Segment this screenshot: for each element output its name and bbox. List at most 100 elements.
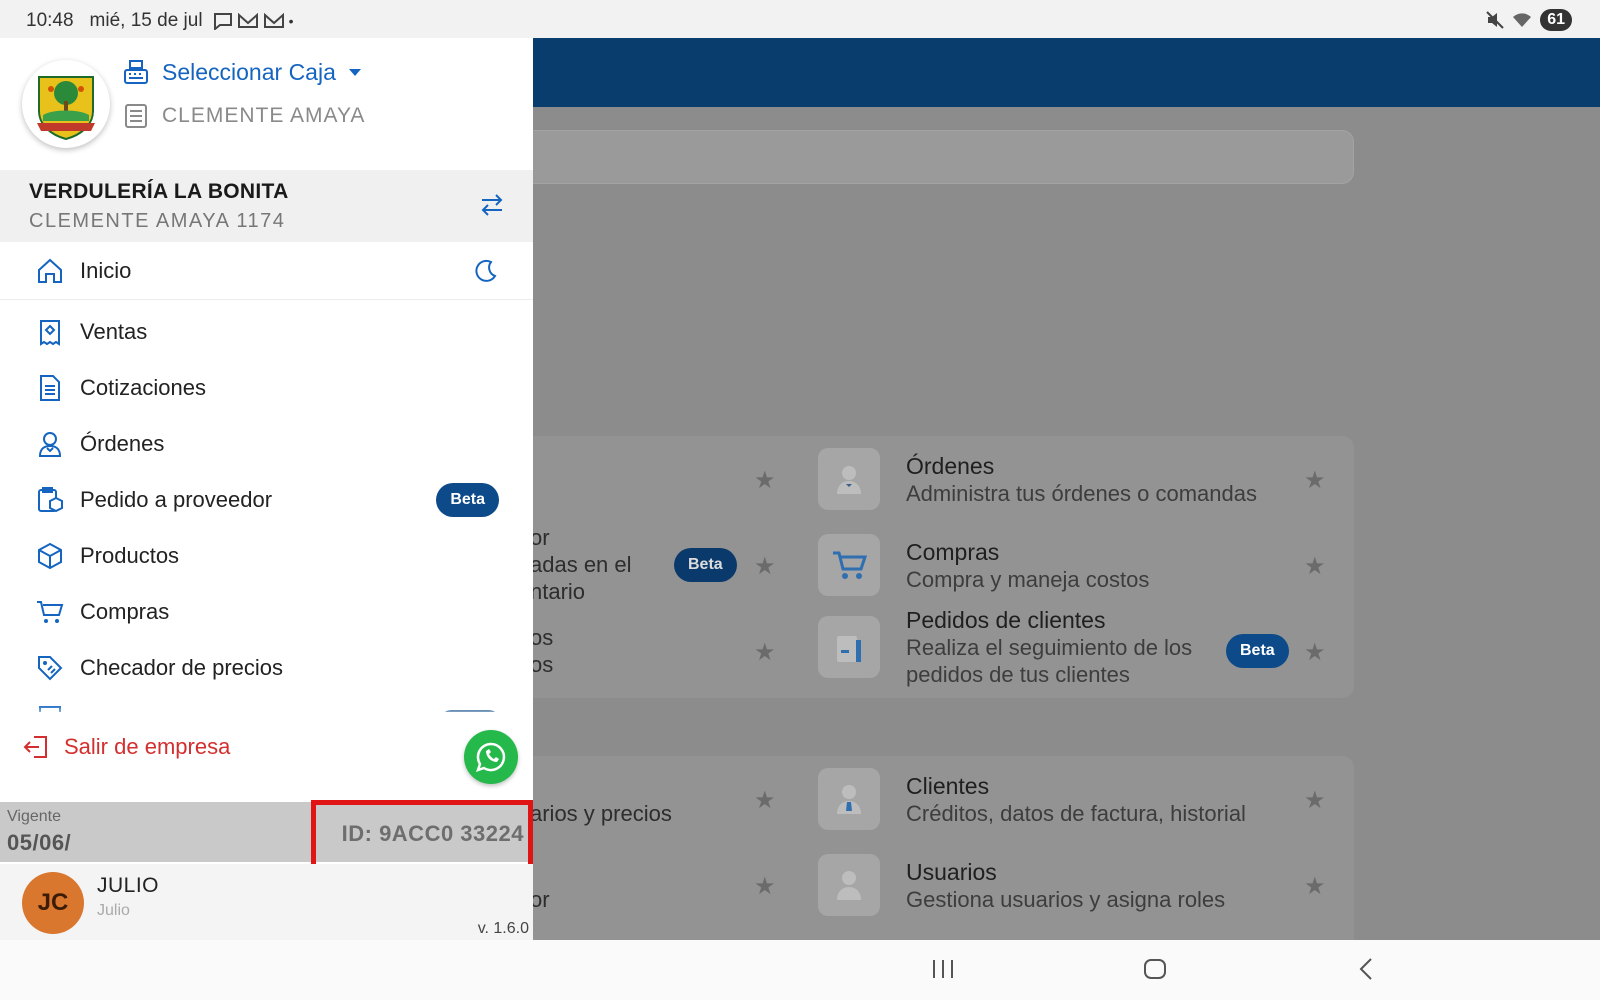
menu-scroll-fade [0,706,533,720]
menu-item-cotizaciones[interactable]: Cotizaciones [0,360,533,416]
module-tile-usuarios[interactable]: Usuarios Gestiona usuarios y asigna role… [818,854,1225,916]
cube-icon [36,542,64,570]
clipboard-box-icon [36,486,64,514]
module-tile-ordenes[interactable]: Órdenes Administra tus órdenes o comanda… [818,448,1257,510]
favorite-star-icon[interactable]: ★ [754,872,776,901]
partial-text: os [530,652,554,677]
cash-register-name: CLEMENTE AMAYA [122,102,365,130]
select-cash-register-label: Seleccionar Caja [162,58,336,85]
favorite-star-icon[interactable]: ★ [1304,466,1326,495]
menu-item-ventas[interactable]: Ventas [0,304,533,360]
favorite-star-icon[interactable]: ★ [754,466,776,495]
partial-text: ntario [530,579,586,604]
menu-item-label: Pedido a proveedor [80,487,273,512]
tile-subtitle: Gestiona usuarios y asigna roles [906,886,1226,912]
avatar: JC [22,872,84,934]
register-icon [122,102,150,130]
gmail-icon [263,13,285,29]
drawer-header: Seleccionar Caja CLEMENTE AMAYA [0,38,533,170]
tile-title: Compras [906,538,1000,565]
order-bag-icon [818,616,880,678]
status-time: 10:48 [26,10,74,31]
beta-badge: Beta [1226,634,1289,668]
favorite-star-icon[interactable]: ★ [754,552,776,581]
tile-subtitle: pedidos de tus clientes [906,662,1130,687]
message-icon [213,12,233,30]
menu-item-label: Productos [80,543,180,568]
whatsapp-icon [475,741,507,773]
document-icon [36,374,64,402]
navigation-drawer: Seleccionar Caja CLEMENTE AMAYA VERDULER… [0,38,533,940]
license-expiry-date: 05/06/ [7,830,72,855]
dark-mode-moon-icon[interactable] [473,258,499,284]
logout-label: Salir de empresa [64,734,231,759]
recent-apps-icon[interactable] [930,954,956,984]
company-branch: CLEMENTE AMAYA 1174 [29,210,286,232]
menu-item-checador-precios[interactable]: Checador de precios [0,640,533,696]
tile-title: Clientes [906,772,990,799]
tile-subtitle: Créditos, datos de factura, historial [906,800,1246,826]
menu-item-label: Inicio [80,257,132,283]
client-icon [818,768,880,830]
tile-subtitle: Compra y maneja costos [906,566,1150,592]
user-name: JULIO [97,874,160,897]
admin-card: arios y precios or ★ ★ Clientes Créditos… [470,756,1354,940]
cart-icon [818,534,880,596]
license-status-label: Vigente [7,808,61,825]
cart-icon [36,598,64,626]
battery-indicator: 61 [1540,9,1572,31]
menu-item-compras[interactable]: Compras [0,584,533,640]
select-cash-register-dropdown[interactable]: Seleccionar Caja [122,58,362,86]
favorite-star-icon[interactable]: ★ [754,638,776,667]
company-logo [22,60,110,148]
wifi-icon [1512,12,1532,28]
modules-card: or adas en el ntario Beta os os ★ ★ ★ Ór… [470,436,1354,698]
system-navigation-bar [0,940,1600,1000]
user-profile[interactable]: JC JULIO Julio v. 1.6.0 [0,864,533,940]
favorite-star-icon[interactable]: ★ [1304,552,1326,581]
cash-register-icon [122,58,150,86]
app-version: v. 1.6.0 [477,920,529,937]
cash-register-name-text: CLEMENTE AMAYA [162,104,366,127]
tile-title: Usuarios [906,858,997,885]
logout-icon [22,733,50,761]
menu-item-label: Ventas [80,319,148,344]
search-bar[interactable] [470,130,1354,184]
gmail-icon [237,13,259,29]
module-tile-pedidos-clientes[interactable]: Pedidos de clientes Realiza el seguimien… [818,606,1192,688]
company-name: VERDULERÍA LA BONITA [29,180,289,203]
back-icon[interactable] [1356,954,1376,984]
module-tile-compras[interactable]: Compras Compra y maneja costos [818,534,1149,596]
whatsapp-button[interactable] [464,730,518,784]
caret-down-icon [348,67,362,77]
user-icon [818,854,880,916]
menu-item-label: Compras [80,599,170,624]
mute-icon [1486,11,1504,29]
tile-title: Pedidos de clientes [906,607,1106,633]
home-icon [36,257,64,285]
menu-item-label: Checador de precios [80,655,284,680]
user-subtitle: Julio [97,902,130,919]
price-tag-icon [36,654,64,682]
tile-subtitle: Realiza el seguimiento de los [906,635,1193,660]
menu-item-inicio[interactable]: Inicio [0,242,533,300]
swap-arrows-icon[interactable] [479,192,505,218]
menu-item-pedido-proveedor[interactable]: Pedido a proveedor Beta [0,472,533,528]
partial-text: arios y precios [530,801,672,826]
favorite-star-icon[interactable]: ★ [1304,872,1326,901]
menu-item-ordenes[interactable]: Órdenes [0,416,533,472]
status-date: mié, 15 de jul [89,10,203,31]
menu-item-label: Órdenes [80,431,165,456]
beta-badge: Beta [674,548,737,582]
favorite-star-icon[interactable]: ★ [1304,786,1326,815]
logout-company-button[interactable]: Salir de empresa [22,733,230,761]
company-switcher[interactable]: VERDULERÍA LA BONITA CLEMENTE AMAYA 1174 [0,170,533,242]
menu-item-productos[interactable]: Productos [0,528,533,584]
tile-subtitle: Administra tus órdenes o comandas [906,480,1257,506]
home-button-icon[interactable] [1142,954,1168,984]
device-id-highlight: ID: 9ACC0 33224 [311,800,533,870]
tile-title: Órdenes [906,452,995,479]
favorite-star-icon[interactable]: ★ [1304,638,1326,667]
favorite-star-icon[interactable]: ★ [754,786,776,815]
module-tile-clientes[interactable]: Clientes Créditos, datos de factura, his… [818,768,1246,830]
